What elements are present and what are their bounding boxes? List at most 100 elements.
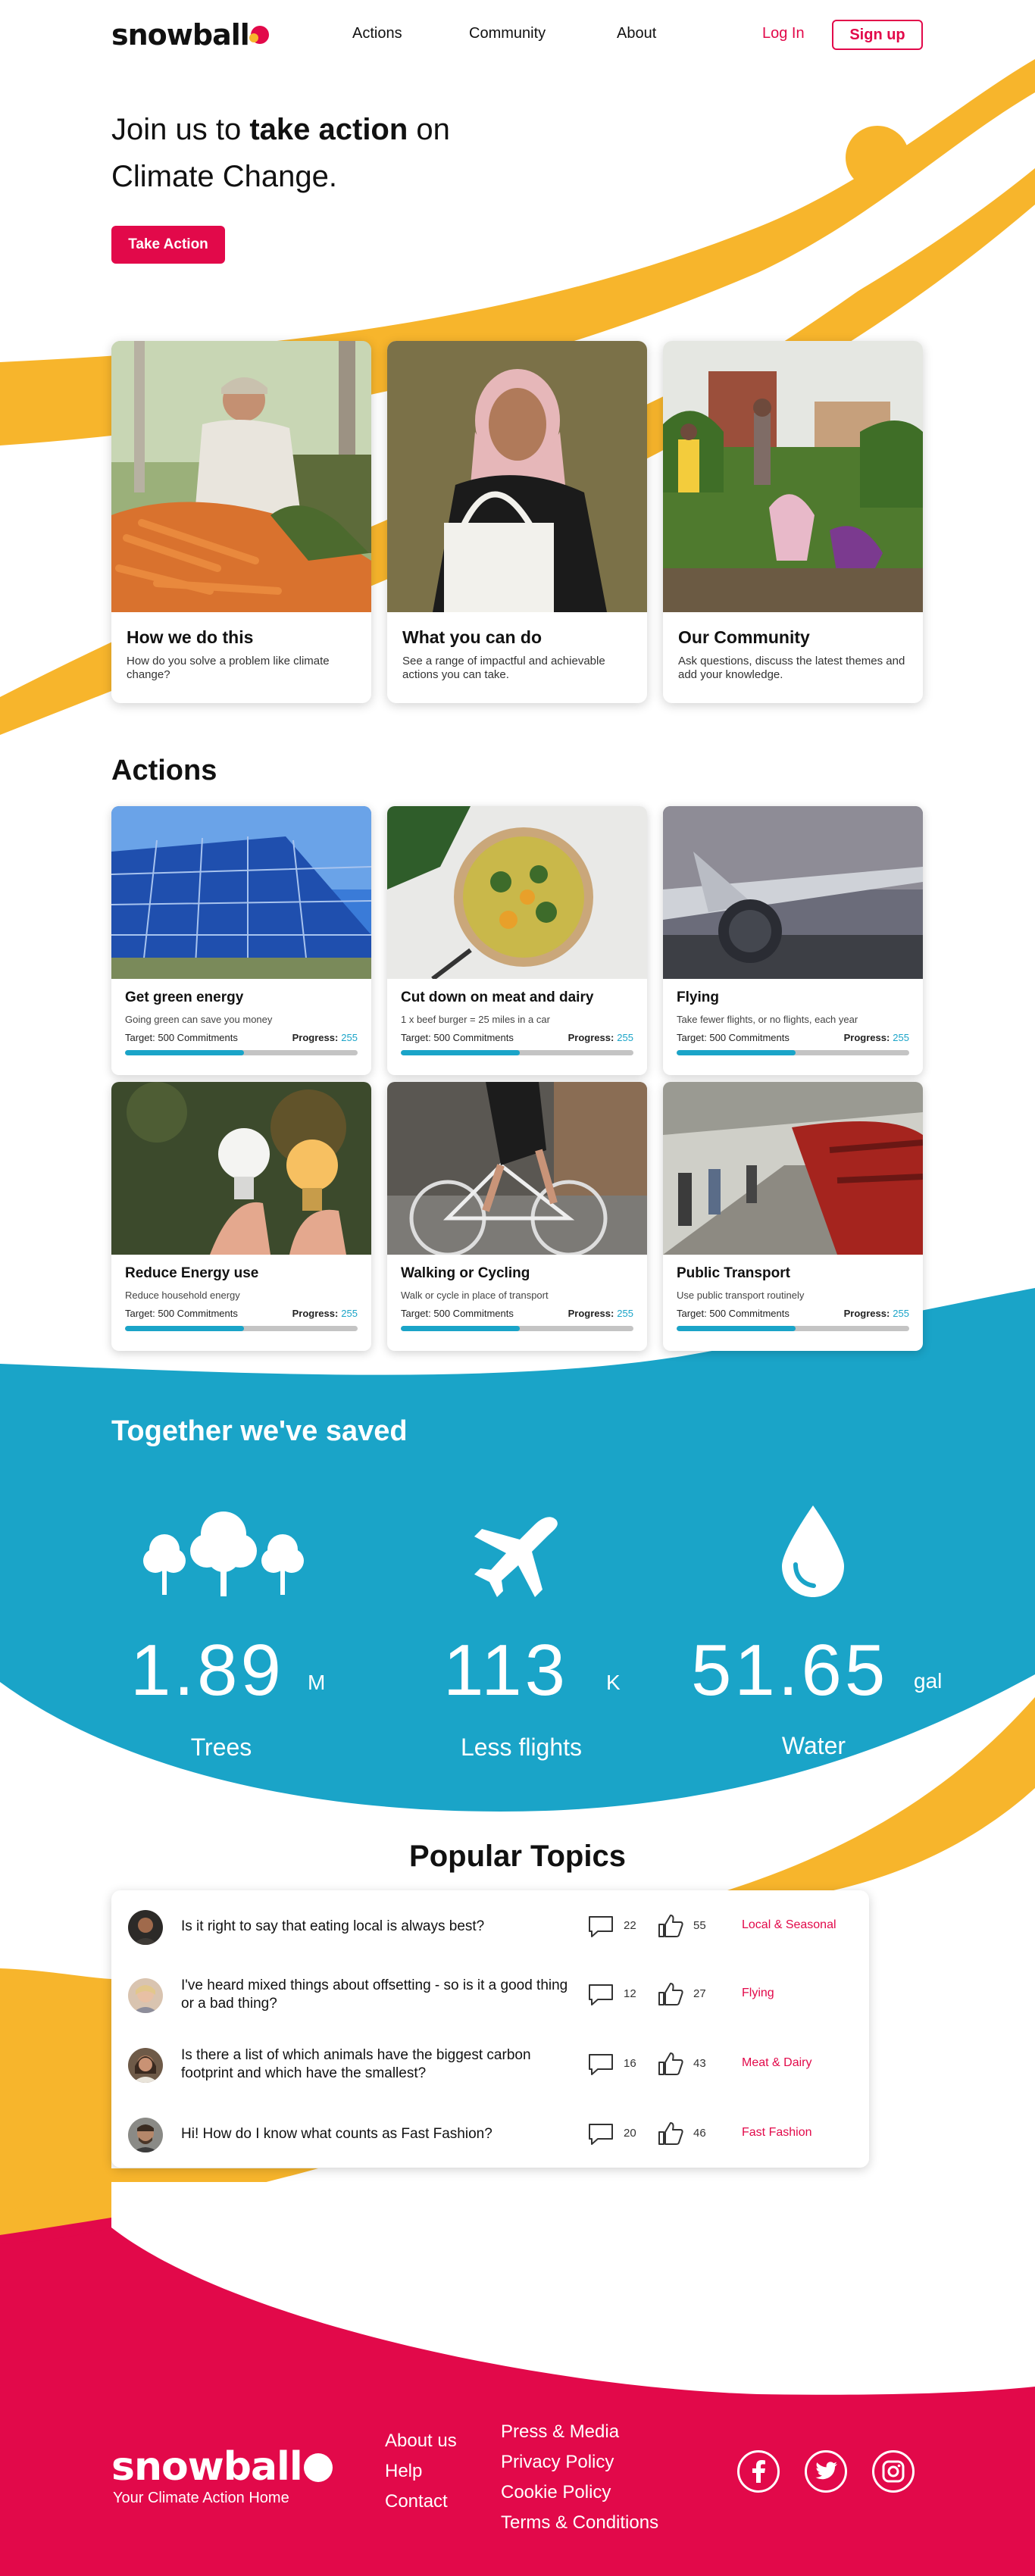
- action-title: Flying: [677, 989, 719, 1005]
- footer-link-contact[interactable]: Contact: [385, 2491, 448, 2512]
- like-icon[interactable]: [657, 1981, 684, 2011]
- footer-link-privacy[interactable]: Privacy Policy: [501, 2452, 614, 2473]
- topic-tag[interactable]: Flying: [742, 1987, 774, 2000]
- instagram-icon[interactable]: [872, 2450, 915, 2493]
- action-card[interactable]: Flying Take fewer flights, or no flights…: [663, 806, 923, 1075]
- light-bulbs-photo: [111, 1082, 371, 1255]
- action-card[interactable]: Walking or Cycling Walk or cycle in plac…: [387, 1082, 647, 1351]
- comment-icon[interactable]: [587, 2122, 614, 2150]
- comment-count: 12: [624, 1987, 636, 2000]
- comment-count: 16: [624, 2057, 636, 2070]
- progress-bar: [401, 1326, 633, 1331]
- water-drop-icon: [779, 1504, 847, 1602]
- stat-value: 113: [443, 1630, 569, 1711]
- avatar: [128, 1910, 163, 1945]
- action-card[interactable]: Cut down on meat and dairy 1 x beef burg…: [387, 806, 647, 1075]
- topic-question[interactable]: I've heard mixed things about offsetting…: [181, 1977, 575, 2013]
- like-icon[interactable]: [657, 1913, 684, 1943]
- topic-tag[interactable]: Local & Seasonal: [742, 1918, 836, 1932]
- footer-link-help[interactable]: Help: [385, 2461, 422, 2482]
- nav-about[interactable]: About: [617, 25, 656, 42]
- action-title: Cut down on meat and dairy: [401, 989, 594, 1005]
- topics-heading: Popular Topics: [409, 1840, 626, 1873]
- action-title: Public Transport: [677, 1265, 790, 1281]
- action-description: Take fewer flights, or no flights, each …: [677, 1014, 858, 1025]
- action-target: Target: 500 Commitments: [125, 1032, 238, 1043]
- facebook-icon[interactable]: [737, 2450, 780, 2493]
- solar-panels-photo: [111, 806, 371, 979]
- avatar: [128, 1978, 163, 2013]
- topic-row[interactable]: Hi! How do I know what counts as Fast Fa…: [111, 2104, 869, 2165]
- footer-link-press[interactable]: Press & Media: [501, 2421, 619, 2443]
- like-icon[interactable]: [657, 2121, 684, 2150]
- action-description: 1 x beef burger = 25 miles in a car: [401, 1014, 550, 1025]
- comment-icon[interactable]: [587, 1983, 614, 2011]
- nav-actions[interactable]: Actions: [352, 25, 402, 42]
- topic-tag[interactable]: Fast Fashion: [742, 2126, 811, 2140]
- progress-bar: [125, 1050, 358, 1055]
- topic-tag[interactable]: Meat & Dairy: [742, 2056, 811, 2070]
- feature-card-how[interactable]: How we do this How do you solve a proble…: [111, 341, 371, 703]
- topic-row[interactable]: Is it right to say that eating local is …: [111, 1896, 869, 1957]
- action-description: Use public transport routinely: [677, 1290, 805, 1301]
- footer-logo[interactable]: snowball: [111, 2444, 334, 2490]
- feature-title: Our Community: [678, 627, 810, 647]
- footer-link-cookie[interactable]: Cookie Policy: [501, 2482, 611, 2503]
- actions-heading: Actions: [111, 755, 217, 786]
- action-description: Reduce household energy: [125, 1290, 240, 1301]
- feature-description: How do you solve a problem like climate …: [127, 655, 330, 681]
- action-card[interactable]: Reduce Energy use Reduce household energ…: [111, 1082, 371, 1351]
- take-action-button[interactable]: Take Action: [111, 226, 225, 264]
- footer-link-terms[interactable]: Terms & Conditions: [501, 2512, 658, 2534]
- signup-button[interactable]: Sign up: [832, 20, 923, 50]
- comment-count: 20: [624, 2127, 636, 2140]
- comment-icon[interactable]: [587, 2052, 614, 2080]
- topic-row[interactable]: Is there a list of which animals have th…: [111, 2034, 869, 2095]
- feature-card-community[interactable]: Our Community Ask questions, discuss the…: [663, 341, 923, 703]
- action-progress: Progress: 255: [292, 1032, 358, 1043]
- topic-question[interactable]: Is it right to say that eating local is …: [181, 1918, 575, 1936]
- footer-tagline: Your Climate Action Home: [113, 2490, 289, 2506]
- action-card[interactable]: Get green energy Going green can save yo…: [111, 806, 371, 1075]
- logo-mark: [249, 24, 272, 45]
- feature-card-what[interactable]: What you can do See a range of impactful…: [387, 341, 647, 703]
- avatar: [128, 2118, 163, 2152]
- topics-list: Is it right to say that eating local is …: [111, 1890, 869, 2168]
- action-description: Going green can save you money: [125, 1014, 273, 1025]
- like-count: 43: [693, 2057, 706, 2070]
- trees-icon: [140, 1504, 307, 1602]
- logo[interactable]: snowball: [111, 18, 272, 52]
- logo-text: snowball: [111, 18, 250, 52]
- topic-row[interactable]: I've heard mixed things about offsetting…: [111, 1965, 869, 2025]
- action-title: Reduce Energy use: [125, 1265, 259, 1281]
- action-description: Walk or cycle in place of transport: [401, 1290, 549, 1301]
- action-progress: Progress: 255: [568, 1308, 633, 1319]
- train-station-photo: [663, 1082, 923, 1255]
- nav-community[interactable]: Community: [469, 25, 546, 42]
- action-progress: Progress: 255: [568, 1032, 633, 1043]
- airplane-icon: [471, 1515, 562, 1602]
- topic-question[interactable]: Is there a list of which animals have th…: [181, 2046, 575, 2083]
- footer-link-about[interactable]: About us: [385, 2431, 457, 2452]
- logo-text: snowball: [111, 2444, 303, 2490]
- action-card[interactable]: Public Transport Use public transport ro…: [663, 1082, 923, 1351]
- stat-unit: K: [606, 1671, 621, 1694]
- progress-bar: [677, 1050, 909, 1055]
- login-link[interactable]: Log In: [762, 25, 805, 42]
- community-garden-photo: [663, 341, 923, 612]
- action-target: Target: 500 Commitments: [125, 1308, 238, 1319]
- like-icon[interactable]: [657, 2051, 684, 2080]
- stat-unit: gal: [914, 1669, 943, 1693]
- topic-question[interactable]: Hi! How do I know what counts as Fast Fa…: [181, 2125, 575, 2143]
- logo-mark: [303, 2452, 334, 2482]
- woman-tote-bag-photo: [387, 341, 647, 612]
- saved-heading: Together we've saved: [111, 1415, 408, 1447]
- progress-bar: [125, 1326, 358, 1331]
- action-target: Target: 500 Commitments: [677, 1032, 790, 1043]
- like-count: 27: [693, 1987, 706, 2000]
- like-count: 46: [693, 2127, 706, 2140]
- comment-icon[interactable]: [587, 1915, 614, 1943]
- twitter-icon[interactable]: [805, 2450, 847, 2493]
- stat-label: Trees: [190, 1733, 252, 1761]
- hero-title: Join us to take action on Climate Change.: [111, 113, 450, 193]
